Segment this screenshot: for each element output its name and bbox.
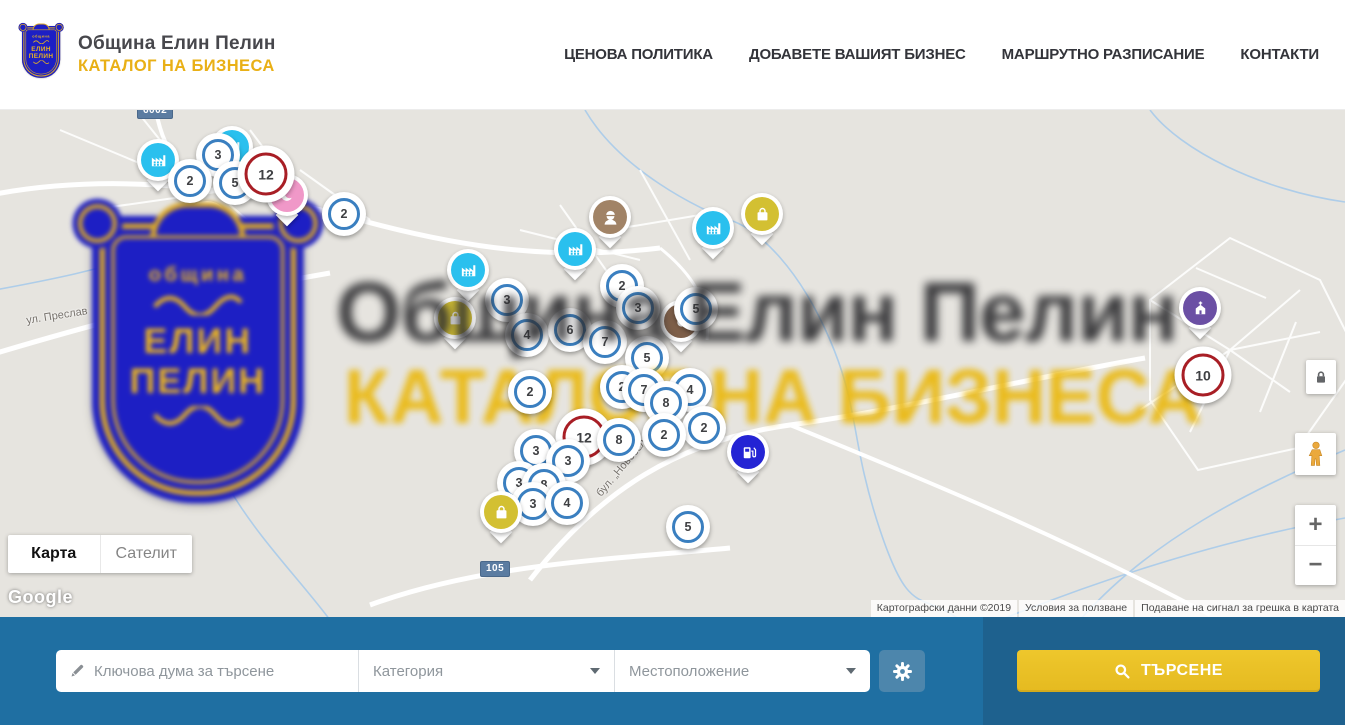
emblem-region-label: община xyxy=(32,34,50,38)
brand-text: Община Елин Пелин КАТАЛОГ НА БИЗНЕСА xyxy=(78,33,276,76)
pin-head xyxy=(480,491,522,533)
street-view-pegman-button[interactable] xyxy=(1295,433,1336,475)
pin-head xyxy=(692,207,734,249)
site-logo[interactable]: община ЕЛИН ПЕЛИН Общи xyxy=(0,26,276,84)
search-button-label: ТЪРСЕНЕ xyxy=(1141,662,1223,680)
factory-pin-marker[interactable] xyxy=(692,207,734,249)
nav-route-schedule[interactable]: МАРШРУТНО РАЗПИСАНИЕ xyxy=(1002,46,1205,63)
shopping-bag-icon xyxy=(492,503,511,522)
map-cluster-marker[interactable]: 8 xyxy=(597,418,641,462)
shopping-bag-icon xyxy=(753,205,772,224)
worker-icon xyxy=(601,208,620,227)
zoom-in-button[interactable]: + xyxy=(1295,505,1336,546)
emblem-ornament xyxy=(32,60,50,64)
map-lock-button[interactable] xyxy=(1306,360,1336,394)
map-markers-front: 3251222274822128333834510 xyxy=(0,110,1345,617)
shopping-bag-pin-marker[interactable] xyxy=(480,491,522,533)
emblem-ornament xyxy=(32,39,50,43)
padlock-icon xyxy=(1313,368,1329,386)
cluster-count: 2 xyxy=(328,198,360,230)
map-type-satellite-button[interactable]: Сателит xyxy=(100,535,193,573)
pin-head xyxy=(741,193,783,235)
shopping-bag-pin-marker[interactable] xyxy=(741,193,783,235)
main-nav: ЦЕНОВА ПОЛИТИКА ДОБАВЕТЕ ВАШИЯТ БИЗНЕС М… xyxy=(564,46,1345,63)
chevron-down-icon xyxy=(590,668,600,674)
fuel-icon xyxy=(739,443,758,462)
pin-head xyxy=(1179,287,1221,329)
map-cluster-marker[interactable]: 5 xyxy=(666,505,710,549)
cluster-count: 2 xyxy=(648,419,680,451)
church-icon xyxy=(1191,299,1210,318)
factory-icon xyxy=(704,219,723,238)
location-select-label: Местоположение xyxy=(629,663,749,680)
emblem-name-line2: ПЕЛИН xyxy=(29,52,54,59)
emblem-body: община ЕЛИН ПЕЛИН xyxy=(22,26,60,78)
nav-contacts[interactable]: КОНТАКТИ xyxy=(1240,46,1319,63)
gear-icon xyxy=(892,661,913,682)
location-select[interactable]: Местоположение xyxy=(614,650,870,692)
map-cluster-marker[interactable]: 2 xyxy=(508,370,552,414)
category-select[interactable]: Категория xyxy=(358,650,614,692)
cluster-count: 12 xyxy=(245,153,288,196)
map-cluster-marker[interactable]: 10 xyxy=(1175,347,1232,404)
factory-pin-marker[interactable] xyxy=(554,228,596,270)
nav-pricing-policy[interactable]: ЦЕНОВА ПОЛИТИКА xyxy=(564,46,713,63)
chevron-down-icon xyxy=(846,668,856,674)
map-cluster-marker[interactable]: 4 xyxy=(545,481,589,525)
page: община ЕЛИН ПЕЛИН Общи xyxy=(0,0,1345,725)
terms-of-use-link[interactable]: Условия за ползване xyxy=(1019,600,1133,617)
cluster-count: 2 xyxy=(174,165,206,197)
cluster-count: 5 xyxy=(672,511,704,543)
map-cluster-marker[interactable]: 2 xyxy=(682,406,726,450)
emblem-name: ЕЛИН ПЕЛИН xyxy=(29,45,54,59)
site-subtitle: КАТАЛОГ НА БИЗНЕСА xyxy=(78,57,276,76)
map-canvas[interactable]: 6002105ул. Преславбул. „Новосел 22353467… xyxy=(0,110,1345,617)
municipality-emblem: община ЕЛИН ПЕЛИН xyxy=(22,26,60,78)
factory-icon xyxy=(566,240,585,259)
logo-emblem: община ЕЛИН ПЕЛИН xyxy=(22,26,66,84)
search-keyword-input[interactable] xyxy=(56,650,358,692)
cluster-count: 2 xyxy=(688,412,720,444)
map-cluster-marker[interactable]: 12 xyxy=(238,146,295,203)
pin-head xyxy=(554,228,596,270)
map-cluster-marker[interactable]: 2 xyxy=(642,413,686,457)
category-select-label: Категория xyxy=(373,663,443,680)
map-type-control: Карта Сателит xyxy=(8,535,192,573)
map-cluster-marker[interactable]: 2 xyxy=(168,159,212,203)
nav-add-your-business[interactable]: ДОБАВЕТЕ ВАШИЯТ БИЗНЕС xyxy=(749,46,966,63)
site-header: община ЕЛИН ПЕЛИН Общи xyxy=(0,0,1345,110)
cluster-count: 8 xyxy=(603,424,635,456)
map-type-map-button[interactable]: Карта xyxy=(8,535,100,573)
pegman-icon xyxy=(1305,441,1327,467)
map-data-copyright: Картографски данни ©2019 xyxy=(871,600,1017,617)
map-attribution: Картографски данни ©2019 Условия за полз… xyxy=(871,600,1345,617)
fuel-pin-marker[interactable] xyxy=(727,431,769,473)
search-icon xyxy=(1114,663,1131,680)
map-cluster-marker[interactable]: 2 xyxy=(322,192,366,236)
zoom-out-button[interactable]: − xyxy=(1295,546,1336,586)
cluster-count: 10 xyxy=(1182,354,1225,397)
site-title: Община Елин Пелин xyxy=(78,33,276,55)
keyword-field-wrap xyxy=(56,650,358,692)
search-filters: Категория Местоположение xyxy=(56,650,870,692)
pencil-icon xyxy=(69,662,86,679)
report-map-error-link[interactable]: Подаване на сигнал за грешка в картата xyxy=(1135,600,1345,617)
advanced-settings-button[interactable] xyxy=(879,650,925,692)
church-pin-marker[interactable] xyxy=(1179,287,1221,329)
factory-icon xyxy=(149,151,168,170)
search-submit-button[interactable]: ТЪРСЕНЕ xyxy=(1017,650,1320,692)
google-logo[interactable]: Google xyxy=(8,587,73,608)
pin-head xyxy=(727,431,769,473)
emblem-name-line1: ЕЛИН xyxy=(31,44,51,51)
cluster-count: 4 xyxy=(551,487,583,519)
zoom-control: + − xyxy=(1295,505,1336,585)
cluster-count: 2 xyxy=(514,376,546,408)
search-bar: Категория Местоположение xyxy=(0,617,1345,725)
